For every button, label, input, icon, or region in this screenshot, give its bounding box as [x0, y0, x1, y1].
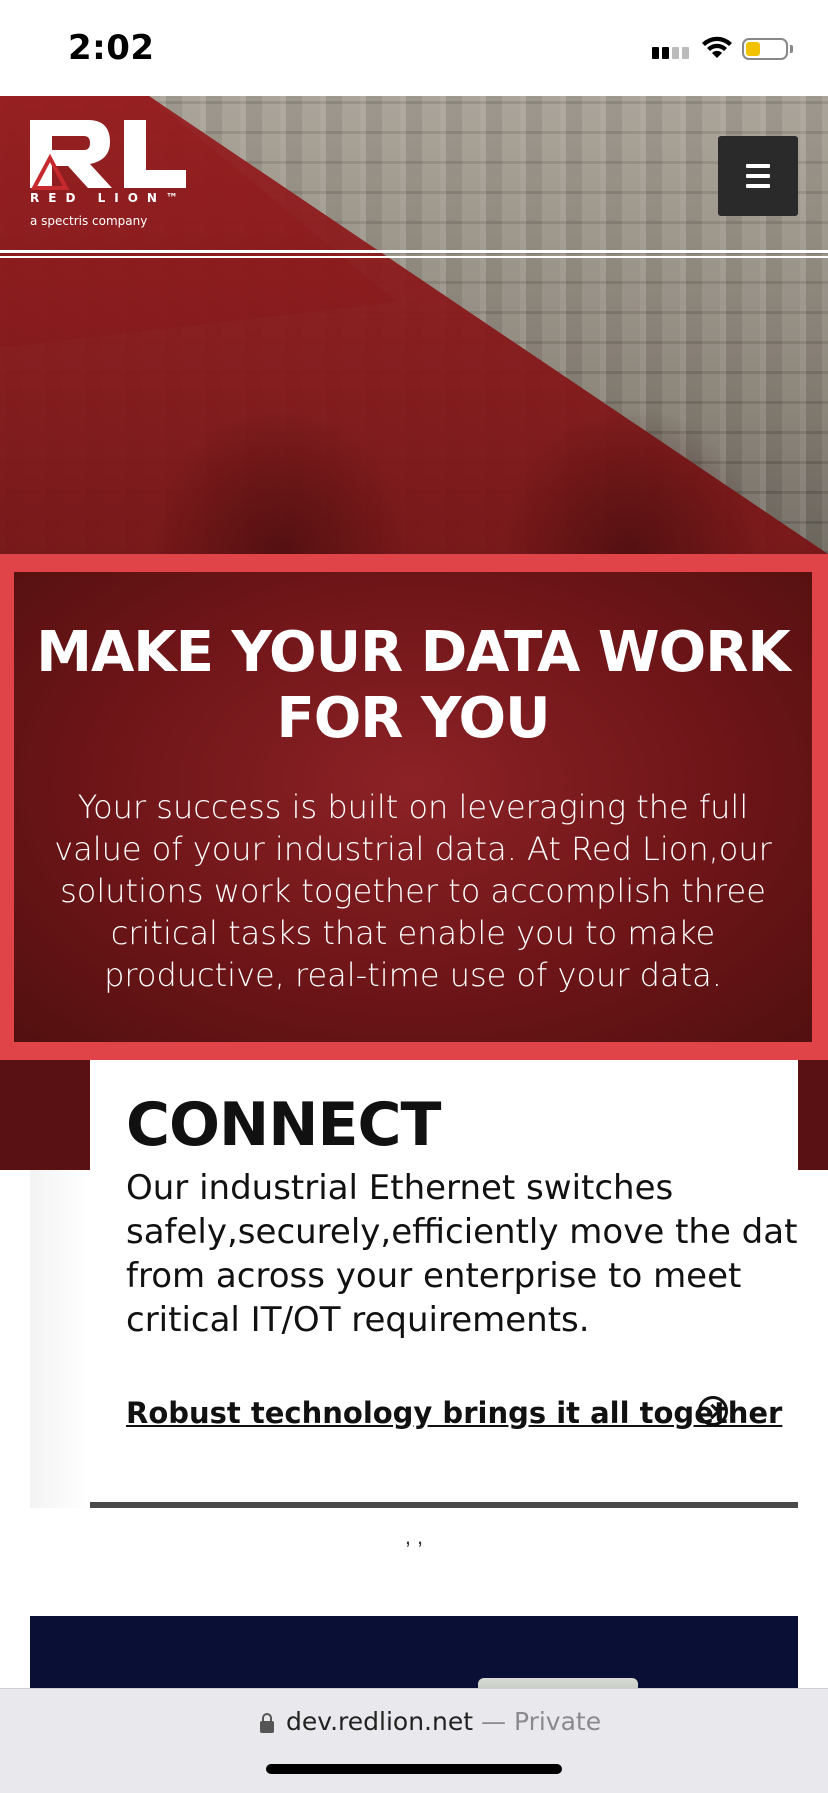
- card-link[interactable]: Robust technology brings it all together: [126, 1396, 782, 1430]
- carousel-pager[interactable]: , ,: [0, 1524, 828, 1550]
- previous-card-edge: [30, 1170, 90, 1508]
- divider: [0, 250, 828, 253]
- browser-url-bar[interactable]: dev.redlion.net — Private: [0, 1688, 828, 1793]
- url-text[interactable]: dev.redlion.net — Private: [286, 1707, 601, 1736]
- card-text: Our industrial Ethernet switches safely,…: [126, 1168, 798, 1340]
- private-mode-label: — Private: [481, 1707, 602, 1736]
- divider: [0, 256, 828, 258]
- home-indicator[interactable]: [266, 1764, 562, 1774]
- card-title: CONNECT: [126, 1090, 441, 1160]
- signal-icon: [652, 46, 692, 64]
- logo-tagline: a spectris company: [30, 214, 148, 228]
- banner-text: Your success is built on leveraging the …: [54, 788, 772, 994]
- status-time: 2:02: [68, 28, 155, 68]
- arrow-circle-icon[interactable]: [698, 1396, 728, 1426]
- menu-button[interactable]: [718, 136, 798, 216]
- banner-title: MAKE YOUR DATA WORK FOR YOU: [36, 620, 791, 751]
- card-bottom-bar: [90, 1502, 798, 1508]
- logo-wordmark: RED LION™: [30, 191, 187, 205]
- battery-icon: [742, 38, 788, 60]
- url-domain: dev.redlion.net: [286, 1707, 474, 1736]
- lock-icon: [260, 1713, 274, 1733]
- status-bar: 2:02: [0, 0, 828, 96]
- wifi-icon: [702, 36, 732, 58]
- connect-card: CONNECT Our industrial Ethernet switches…: [90, 1060, 798, 1508]
